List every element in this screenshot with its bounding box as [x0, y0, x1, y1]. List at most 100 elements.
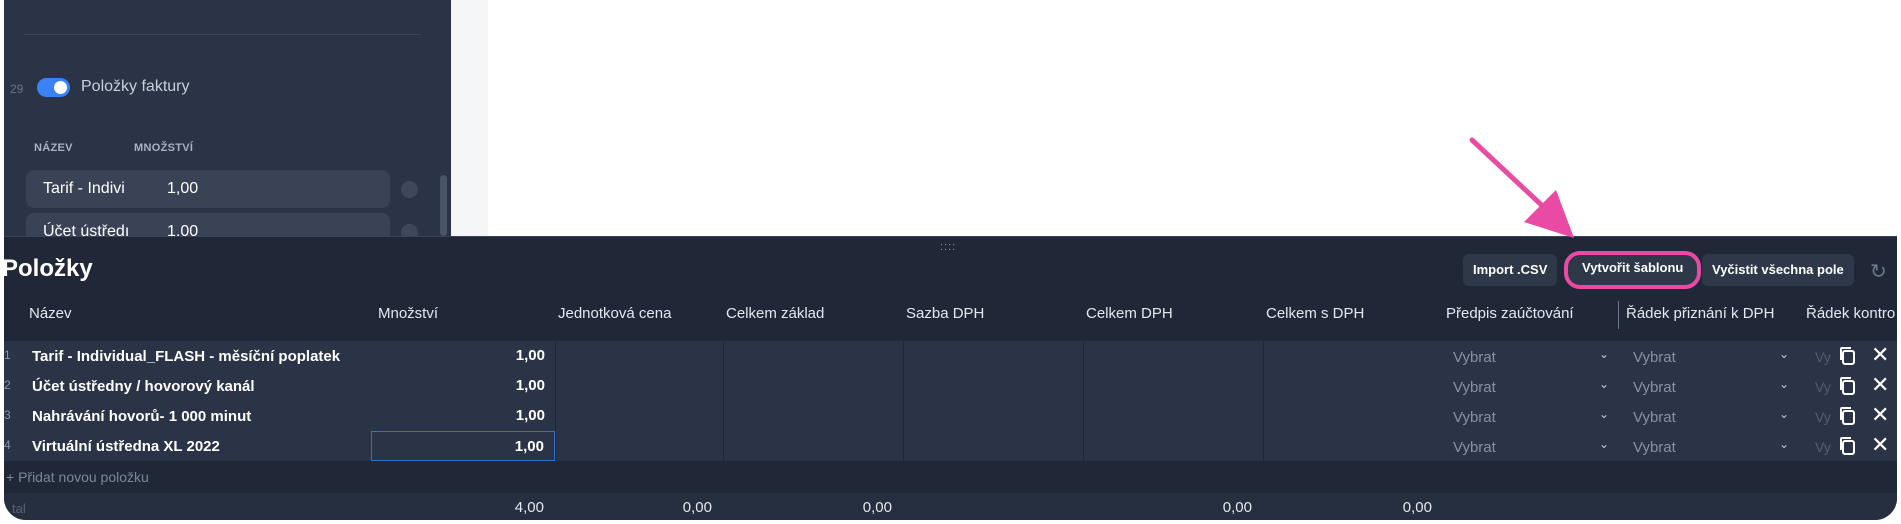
posting-select[interactable]: Vybrat ⌄	[1443, 341, 1623, 371]
column-header-quantity: MNOŽSTVÍ	[134, 142, 194, 154]
total-quantity: 4,00	[514, 499, 544, 516]
item-name[interactable]: Účet ústředny / hovorový kanál	[32, 378, 255, 395]
vat-rate-cell[interactable]	[903, 371, 1083, 401]
total-unit-price: 0,00	[682, 499, 712, 516]
row-index: 3	[4, 408, 11, 422]
chevron-down-icon: ⌄	[1778, 347, 1789, 361]
resize-handle[interactable]: ::::	[940, 241, 956, 253]
row-index: 2	[4, 378, 11, 392]
document-preview	[488, 0, 1897, 236]
form-sidebar: 29 Položky faktury NÁZEV MNOŽSTVÍ Tarif …	[4, 0, 451, 251]
clear-all-button[interactable]: Vyčistit všechna pole	[1702, 254, 1854, 286]
close-icon[interactable]: ✕	[1871, 402, 1889, 428]
vat-total-cell[interactable]	[1083, 431, 1263, 461]
items-panel: :::: Položky Import .CSV Vytvořit šablon…	[4, 236, 1897, 520]
vat-total-cell[interactable]	[1083, 401, 1263, 431]
scrollbar[interactable]	[440, 175, 447, 236]
chevron-down-icon: ⌄	[1598, 407, 1609, 421]
import-csv-button[interactable]: Import .CSV	[1463, 254, 1558, 286]
vat-line-select[interactable]: Vybrat ⌄	[1623, 401, 1803, 431]
total-vat: 0,00	[1222, 499, 1252, 516]
header-vat-rate: Sazba DPH	[906, 305, 985, 322]
quantity-cell[interactable]: 1,00	[371, 431, 555, 461]
quantity-cell[interactable]: 1,00	[371, 401, 555, 431]
table-row[interactable]: 3 Nahrávání hovorů- 1 000 minut 1,00 Vyb…	[4, 401, 1897, 431]
copy-icon[interactable]	[1838, 376, 1856, 396]
totals-row: tal 4,00 0,00 0,00 0,00 0,00	[4, 493, 1897, 520]
unit-price-cell[interactable]	[555, 341, 723, 371]
add-item-button[interactable]: + Přidat novou položku	[6, 469, 149, 485]
create-template-button[interactable]: Vytvořit šablonu	[1564, 251, 1702, 289]
base-total-cell[interactable]	[723, 401, 903, 431]
total-base: 0,00	[862, 499, 892, 516]
column-resize-handle[interactable]	[1618, 301, 1619, 329]
chevron-down-icon: ⌄	[1598, 347, 1609, 361]
header-base-total: Celkem základ	[726, 305, 825, 322]
posting-select[interactable]: Vybrat ⌄	[1443, 401, 1623, 431]
app-window: 29 Položky faktury NÁZEV MNOŽSTVÍ Tarif …	[4, 0, 1897, 520]
item-name[interactable]: Nahrávání hovorů- 1 000 minut	[32, 408, 251, 425]
vat-line-select[interactable]: Vybrat ⌄	[1623, 371, 1803, 401]
base-total-cell[interactable]	[723, 341, 903, 371]
copy-icon[interactable]	[1838, 406, 1856, 426]
copy-icon[interactable]	[1838, 436, 1856, 456]
vat-rate-cell[interactable]	[903, 401, 1083, 431]
copy-icon[interactable]	[1838, 346, 1856, 366]
header-quantity: Množství	[378, 305, 439, 322]
header-unit-price: Jednotková cena	[558, 305, 672, 322]
vat-line-select[interactable]: Vybrat ⌄	[1623, 431, 1803, 461]
table-row[interactable]: 2 Účet ústředny / hovorový kanál 1,00 Vy…	[4, 371, 1897, 401]
check-icon[interactable]	[401, 181, 418, 198]
control-line-select[interactable]: Vy	[1815, 439, 1831, 455]
unit-price-cell[interactable]	[555, 431, 723, 461]
unit-price-cell[interactable]	[555, 371, 723, 401]
total-with-vat-cell[interactable]	[1263, 401, 1443, 431]
header-control-line: Řádek kontro	[1806, 305, 1896, 322]
vat-total-cell[interactable]	[1083, 341, 1263, 371]
chevron-down-icon: ⌄	[1598, 377, 1609, 391]
base-total-cell[interactable]	[723, 371, 903, 401]
chevron-down-icon: ⌄	[1778, 407, 1789, 421]
mini-item-name: Tarif - Indivi	[43, 180, 125, 197]
invoice-items-toggle[interactable]	[37, 78, 70, 97]
toggle-label: Položky faktury	[81, 78, 190, 95]
control-line-select[interactable]: Vy	[1815, 349, 1831, 365]
header-vat-line: Řádek přiznání k DPH	[1626, 305, 1775, 322]
close-icon[interactable]: ✕	[1871, 432, 1889, 458]
base-total-cell[interactable]	[723, 431, 903, 461]
control-line-select[interactable]: Vy	[1815, 409, 1831, 425]
total-with-vat: 0,00	[1402, 499, 1432, 516]
vat-rate-cell[interactable]	[903, 431, 1083, 461]
posting-select[interactable]: Vybrat ⌄	[1443, 371, 1623, 401]
vat-total-cell[interactable]	[1083, 371, 1263, 401]
quantity-cell[interactable]: 1,00	[371, 371, 555, 401]
chevron-down-icon: ⌄	[1778, 437, 1789, 451]
mini-list-item[interactable]: Tarif - Indivi 1,00	[26, 170, 390, 208]
close-icon[interactable]: ✕	[1871, 372, 1889, 398]
preview-area	[451, 0, 1897, 236]
column-header-name: NÁZEV	[34, 142, 73, 154]
vat-rate-cell[interactable]	[903, 341, 1083, 371]
total-with-vat-cell[interactable]	[1263, 371, 1443, 401]
row-number: 29	[10, 82, 24, 96]
control-line-select[interactable]: Vy	[1815, 379, 1831, 395]
total-with-vat-cell[interactable]	[1263, 341, 1443, 371]
posting-select[interactable]: Vybrat ⌄	[1443, 431, 1623, 461]
table-row[interactable]: 4 Virtuální ústředna XL 2022 1,00 Vybrat…	[4, 431, 1897, 461]
item-name[interactable]: Virtuální ústředna XL 2022	[32, 438, 220, 455]
total-with-vat-cell[interactable]	[1263, 431, 1443, 461]
refresh-icon[interactable]: ↻	[1870, 259, 1887, 284]
row-index: 1	[4, 348, 11, 362]
mini-item-quantity: 1,00	[167, 180, 199, 197]
chevron-down-icon: ⌄	[1778, 377, 1789, 391]
divider	[24, 34, 421, 35]
item-name[interactable]: Tarif - Individual_FLASH - měsíční popla…	[32, 348, 340, 365]
table-row[interactable]: 1 Tarif - Individual_FLASH - měsíční pop…	[4, 341, 1897, 371]
header-posting: Předpis zaúčtování	[1446, 305, 1574, 322]
close-icon[interactable]: ✕	[1871, 342, 1889, 368]
quantity-cell[interactable]: 1,00	[371, 341, 555, 371]
unit-price-cell[interactable]	[555, 401, 723, 431]
header-vat-total: Celkem DPH	[1086, 305, 1173, 322]
vat-line-select[interactable]: Vybrat ⌄	[1623, 341, 1803, 371]
chevron-down-icon: ⌄	[1598, 437, 1609, 451]
